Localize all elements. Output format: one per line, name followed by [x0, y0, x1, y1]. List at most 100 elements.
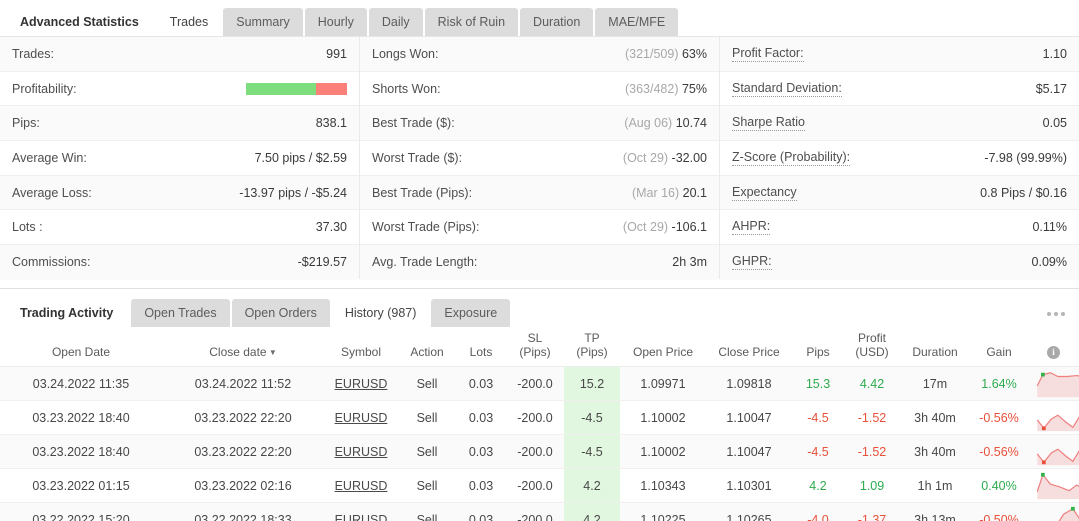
- stat-label[interactable]: Expectancy: [732, 185, 797, 201]
- stat-row-worst-trade-pips: Worst Trade (Pips): (Oct 29) -106.1: [360, 210, 719, 246]
- cell-symbol-text[interactable]: EURUSD: [335, 479, 388, 493]
- stat-label: Best Trade (Pips):: [372, 185, 473, 200]
- cell-symbol: EURUSD: [324, 502, 398, 521]
- column-header-gain[interactable]: Gain: [970, 327, 1028, 367]
- column-header-symbol[interactable]: Symbol: [324, 327, 398, 367]
- stat-value-main: -32.00: [671, 150, 707, 165]
- activity-tab-open-trades[interactable]: Open Trades: [131, 299, 230, 327]
- column-header-action[interactable]: Action: [398, 327, 456, 367]
- stat-value: 0.11%: [1032, 220, 1067, 234]
- cell-sl-pips: -200.0: [506, 366, 564, 401]
- more-options-icon[interactable]: [1047, 312, 1065, 316]
- stat-value-main: -106.1: [671, 220, 707, 235]
- column-header-pips[interactable]: Pips: [792, 327, 844, 367]
- column-header-label: (USD): [855, 345, 889, 359]
- cell-symbol-text[interactable]: EURUSD: [335, 377, 388, 391]
- sort-descending-icon[interactable]: ▼: [267, 348, 277, 357]
- cell-sparkline: [1028, 468, 1079, 503]
- stat-row-best-trade: Best Trade ($): (Aug 06) 10.74: [360, 106, 719, 142]
- stat-row-expectancy: Expectancy 0.8 Pips / $0.16: [720, 175, 1079, 211]
- stat-value: (321/509) 63%: [625, 47, 707, 61]
- cell-close-date-text: 03.23.2022 22:20: [194, 444, 292, 459]
- tab-summary[interactable]: Summary: [223, 8, 303, 36]
- trade-sparkline-chart: [1036, 472, 1079, 499]
- trading-activity-tab-bar: Trading Activity Open Trades Open Orders Hi…: [0, 289, 1079, 327]
- sparkline-start-marker: [1071, 506, 1075, 511]
- stat-row-ghpr: GHPR: 0.09%: [720, 245, 1079, 280]
- cell-symbol-text[interactable]: EURUSD: [335, 445, 388, 459]
- cell-lots-text: 0.03: [468, 376, 494, 391]
- sparkline-start-marker: [1041, 425, 1046, 430]
- stat-value-main: -$219.57: [297, 255, 347, 270]
- cell-action-text: Sell: [416, 376, 438, 391]
- stat-value-sub: (321/509): [624, 46, 679, 61]
- column-header-profit-usd[interactable]: Profit (USD): [844, 327, 900, 367]
- cell-pips: -4.0: [792, 502, 844, 521]
- cell-symbol-text[interactable]: EURUSD: [335, 513, 388, 521]
- table-header-row: Open Date Close date ▼ Symbol Action Lots SL(…: [0, 327, 1079, 367]
- cell-action: Sell: [398, 366, 456, 401]
- stat-value-main: 10.74: [675, 116, 707, 131]
- cell-profit-usd: -1.37: [844, 502, 900, 521]
- cell-close-date-text: 03.24.2022 11:52: [194, 376, 292, 391]
- cell-duration-text: 3h 40m: [914, 444, 956, 459]
- activity-tab-history-987[interactable]: History (987): [331, 299, 430, 327]
- tab-risk-of-ruin[interactable]: Risk of Ruin: [424, 8, 519, 36]
- cell-pips: 4.2: [792, 468, 844, 503]
- stat-label[interactable]: AHPR:: [732, 219, 771, 236]
- column-header-info-icon[interactable]: i: [1028, 327, 1079, 367]
- table-row[interactable]: 03.23.2022 18:40 03.23.2022 22:20 EURUSD Se…: [0, 434, 1079, 469]
- cell-open-price-text: 1.10225: [640, 512, 686, 521]
- column-header-duration[interactable]: Duration: [900, 327, 970, 367]
- cell-tp-pips-text: 4.2: [583, 478, 601, 493]
- tab-daily[interactable]: Daily: [368, 8, 423, 36]
- stat-row-longs-won: Longs Won: (321/509) 63%: [360, 37, 719, 72]
- table-row[interactable]: 03.23.2022 01:15 03.23.2022 02:16 EURUSD Se…: [0, 468, 1079, 503]
- profitability-bar: [246, 82, 347, 95]
- tab-trades[interactable]: Trades: [156, 8, 222, 36]
- tab-hourly[interactable]: Hourly: [304, 8, 367, 36]
- cell-close-price: 1.10047: [706, 434, 792, 469]
- column-header-lots[interactable]: Lots: [456, 327, 506, 367]
- cell-action-text: Sell: [416, 512, 438, 521]
- info-icon[interactable]: i: [1047, 346, 1060, 359]
- tab-mae-mfe[interactable]: MAE/MFE: [595, 8, 679, 36]
- column-header-open-price[interactable]: Open Price: [620, 327, 706, 367]
- table-row[interactable]: 03.23.2022 18:40 03.23.2022 22:20 EURUSD Se…: [0, 400, 1079, 435]
- profitability-loss-segment: [315, 82, 347, 95]
- stat-label[interactable]: Sharpe Ratio: [732, 115, 805, 132]
- cell-tp-pips: 15.2: [564, 366, 620, 401]
- stat-label[interactable]: Z-Score (Probability):: [732, 150, 851, 166]
- activity-tab-open-orders[interactable]: Open Orders: [231, 299, 330, 327]
- cell-symbol-text[interactable]: EURUSD: [335, 411, 388, 425]
- cell-open-price: 1.10002: [620, 400, 706, 435]
- trade-sparkline-chart: [1036, 447, 1079, 465]
- statistics-tab-bar: Advanced Statistics Trades Summary Hourly Da…: [0, 0, 1079, 36]
- stat-value: (363/482) 75%: [625, 82, 707, 96]
- cell-close-price-text: 1.10047: [726, 444, 772, 459]
- stat-label[interactable]: Profit Factor:: [732, 46, 804, 62]
- column-header-close-date[interactable]: Close date ▼: [162, 327, 324, 367]
- cell-lots: 0.03: [456, 366, 506, 401]
- cell-tp-pips-text: 15.2: [579, 376, 605, 391]
- cell-sparkline: [1028, 502, 1079, 521]
- stat-label[interactable]: GHPR:: [732, 254, 772, 271]
- column-header-tp-pips[interactable]: TP (Pips): [564, 327, 620, 367]
- cell-lots: 0.03: [456, 434, 506, 469]
- column-header-line1: SL: [527, 331, 543, 345]
- cell-duration-text: 3h 40m: [914, 410, 956, 425]
- table-row[interactable]: 03.24.2022 11:35 03.24.2022 11:52 EURUSD Se…: [0, 366, 1079, 401]
- cell-gain: -0.50%: [970, 502, 1028, 521]
- cell-open-price-text: 1.10002: [640, 444, 686, 459]
- stat-value-main: 20.1: [682, 185, 707, 200]
- column-header-sl-pips[interactable]: SL (Pips): [506, 327, 564, 367]
- stat-label: Lots :: [12, 220, 43, 235]
- cell-tp-pips-text: 4.2: [583, 512, 601, 521]
- activity-tab-exposure[interactable]: Exposure: [431, 299, 511, 327]
- column-header-open-date[interactable]: Open Date: [0, 327, 162, 367]
- stat-label[interactable]: Standard Deviation:: [732, 81, 842, 97]
- cell-gain: 0.40%: [970, 468, 1028, 503]
- tab-duration[interactable]: Duration: [520, 8, 594, 36]
- column-header-close-price[interactable]: Close Price: [706, 327, 792, 367]
- table-row[interactable]: 03.22.2022 15:20 03.22.2022 18:33 EURUSD Se…: [0, 502, 1079, 521]
